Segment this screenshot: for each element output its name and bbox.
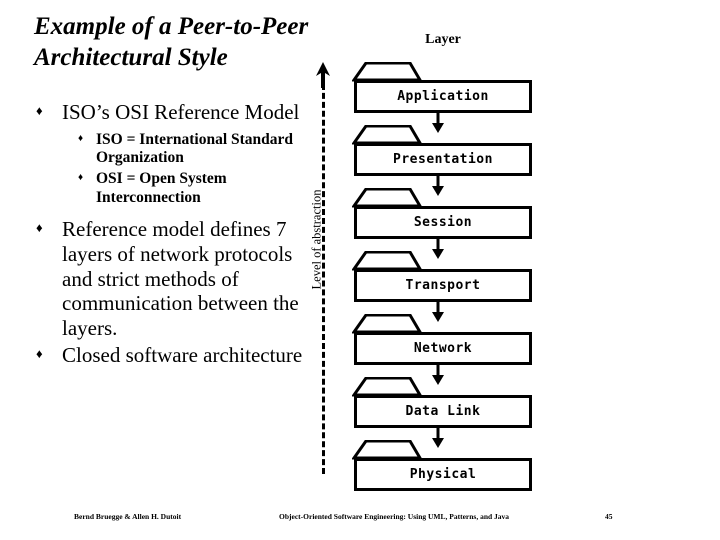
diamond-bullet-icon: ♦ — [78, 132, 84, 144]
abstraction-axis: Level of abstraction — [300, 62, 346, 474]
trapezoid-tab-icon — [351, 250, 423, 271]
layer-column-header: Layer — [425, 32, 461, 47]
list-item-label: Reference model defines 7 layers of netw… — [62, 217, 299, 341]
layer-label: Data Link — [405, 404, 481, 419]
bullet-list: ♦ ISO’s OSI Reference Model ♦ ISO = Inte… — [30, 100, 320, 370]
footer-authors: Bernd Bruegge & Allen H. Dutoit — [74, 512, 182, 521]
diamond-bullet-icon: ♦ — [78, 171, 84, 183]
trapezoid-tab-icon — [351, 313, 423, 334]
diamond-bullet-icon: ♦ — [36, 345, 43, 361]
layer-label: Network — [413, 341, 473, 356]
trapezoid-tab-icon — [351, 61, 423, 82]
trapezoid-tab-icon — [351, 187, 423, 208]
arrow-down-icon — [430, 112, 446, 134]
layer-label: Session — [413, 215, 473, 230]
layer-box[interactable]: Application — [354, 80, 532, 113]
arrow-down-icon — [430, 364, 446, 386]
arrow-down-icon — [430, 427, 446, 449]
list-item: ♦ ISO’s OSI Reference Model — [30, 100, 320, 125]
list-item-label: Closed software architecture — [62, 342, 303, 367]
list-item-label: ISO = International Standard Organizatio… — [96, 130, 294, 167]
layer-label: Physical — [409, 467, 477, 482]
layer-box[interactable]: Network — [354, 332, 532, 365]
list-item-label: ISO’s OSI Reference Model — [62, 100, 300, 124]
arrow-down-icon — [430, 301, 446, 323]
osi-layer-stack: Application Presentation Session Transpo… — [348, 61, 548, 510]
layer-label: Transport — [405, 278, 481, 293]
arrow-down-icon — [430, 175, 446, 197]
trapezoid-tab-icon — [351, 376, 423, 397]
list-item: ♦ Closed software architecture — [30, 343, 320, 368]
trapezoid-tab-icon — [351, 124, 423, 145]
layer-box[interactable]: Transport — [354, 269, 532, 302]
trapezoid-tab-icon — [351, 439, 423, 460]
diamond-bullet-icon: ♦ — [36, 220, 43, 236]
arrow-down-icon — [430, 238, 446, 260]
list-item: ♦ Reference model defines 7 layers of ne… — [30, 217, 320, 341]
diamond-bullet-icon: ♦ — [36, 103, 43, 118]
layer-label: Application — [397, 89, 489, 104]
layer-label: Presentation — [393, 152, 493, 167]
list-item-label: OSI = Open System Interconnection — [96, 169, 227, 206]
slide-canvas: Example of a Peer-to-Peer Architectural … — [0, 0, 720, 540]
layer-box[interactable]: Presentation — [354, 143, 532, 176]
layer-box[interactable]: Physical — [354, 458, 532, 491]
list-item: ♦ OSI = Open System Interconnection — [30, 170, 320, 207]
list-item: ♦ ISO = International Standard Organizat… — [30, 131, 320, 168]
axis-label: Level of abstraction — [309, 189, 324, 290]
footer-page-number: 45 — [605, 512, 613, 521]
footer-book-title: Object-Oriented Software Engineering: Us… — [279, 512, 510, 521]
layer-box[interactable]: Session — [354, 206, 532, 239]
layer-box[interactable]: Data Link — [354, 395, 532, 428]
